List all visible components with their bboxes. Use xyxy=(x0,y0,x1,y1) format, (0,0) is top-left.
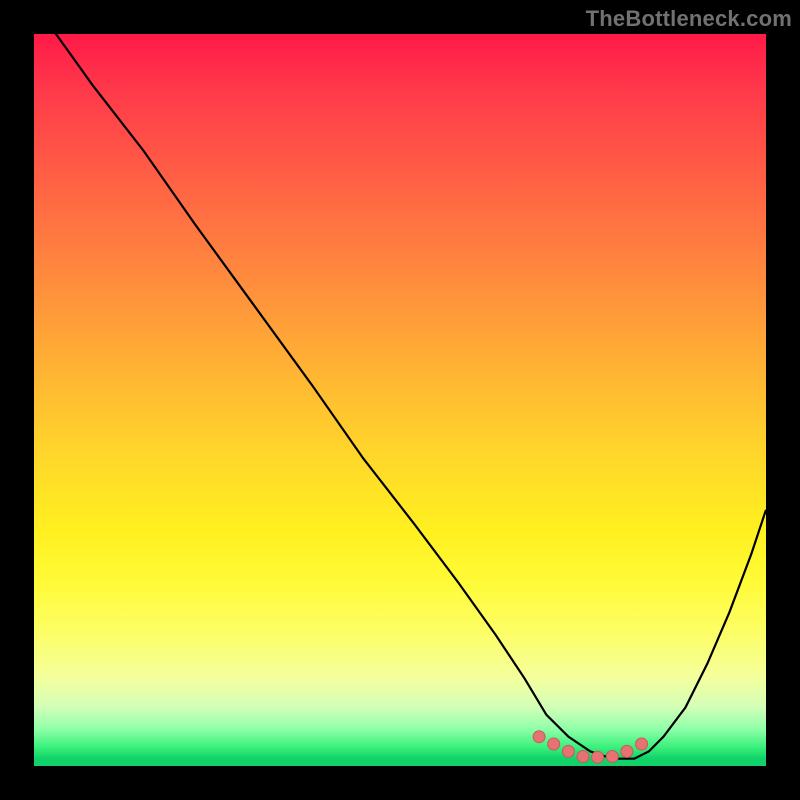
chart-frame: TheBottleneck.com xyxy=(0,0,800,800)
optimal-marker xyxy=(621,745,633,757)
optimal-marker xyxy=(636,738,648,750)
watermark-text: TheBottleneck.com xyxy=(586,6,792,32)
optimal-marker xyxy=(533,731,545,743)
chart-plot-area xyxy=(34,34,766,766)
optimal-marker xyxy=(577,751,589,763)
optimal-marker xyxy=(592,751,604,763)
optimal-marker xyxy=(562,745,574,757)
optimal-marker xyxy=(548,738,560,750)
chart-svg xyxy=(34,34,766,766)
bottleneck-curve xyxy=(34,34,766,759)
optimal-marker xyxy=(606,751,618,763)
